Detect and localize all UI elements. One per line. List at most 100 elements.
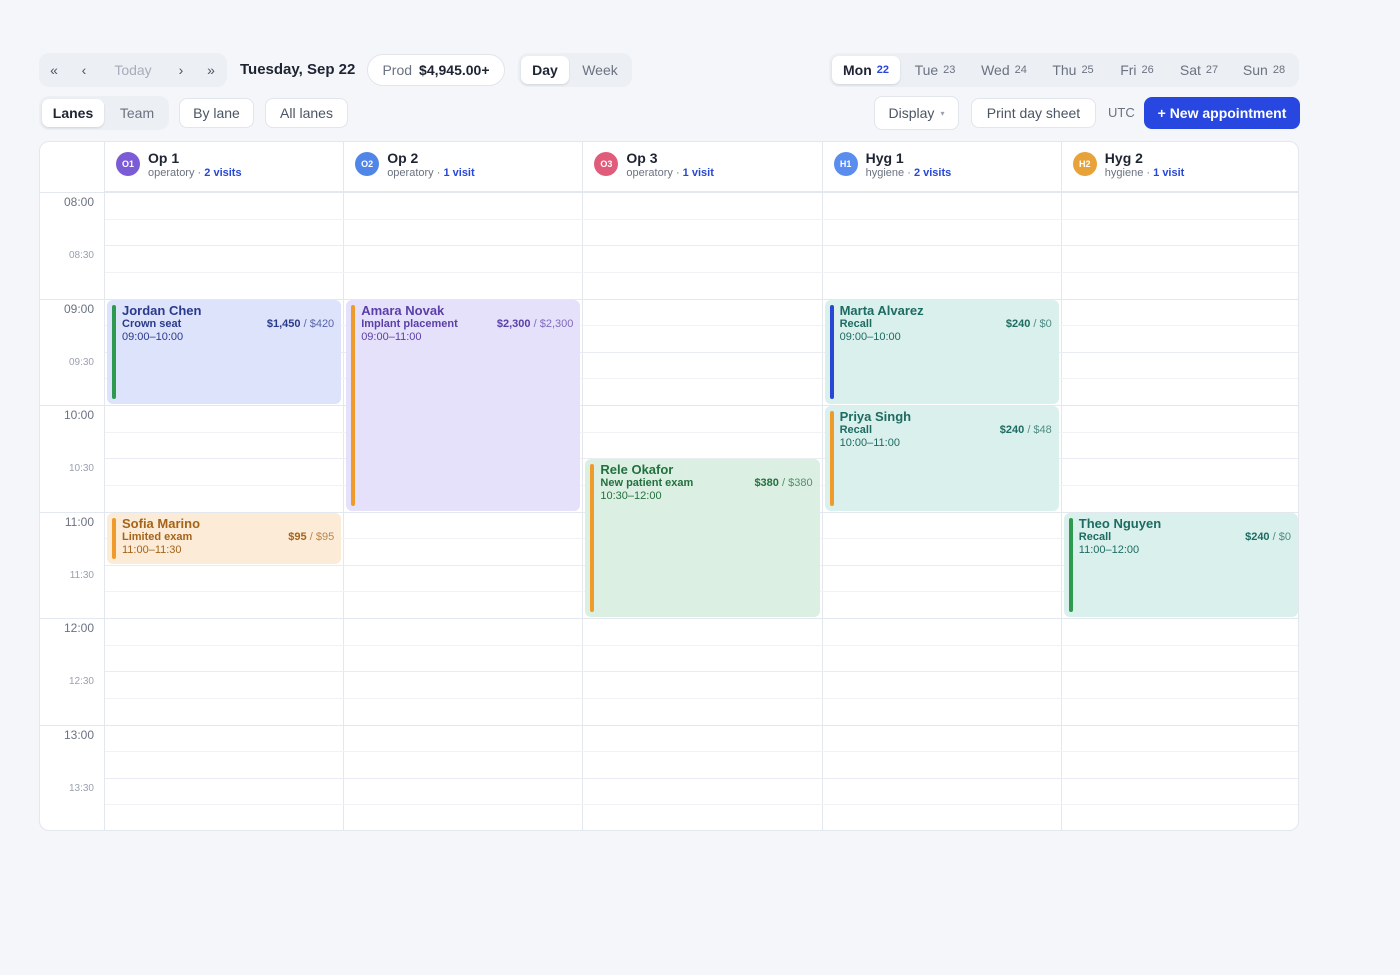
appointment-amount: $240 / $0	[1006, 318, 1052, 330]
lane-header[interactable]: H2 Hyg 2 hygiene · 1 visit	[1060, 142, 1298, 192]
half-hour-label: 09:30	[68, 356, 94, 368]
nav-prev-button[interactable]: ‹	[73, 56, 95, 84]
lane-sep: ·	[675, 167, 680, 179]
lane-header[interactable]: O1 Op 1 operatory · 2 visits	[104, 142, 344, 192]
appointment-amount: $95 / $95	[288, 531, 334, 543]
appointment-card[interactable]: Jordan Chen Crown seat 09:00–10:00 $1,450 /…	[107, 299, 342, 404]
weekday-wed[interactable]: Wed 24	[970, 56, 1038, 84]
view-week-button[interactable]: Week	[573, 56, 627, 84]
grid-line	[104, 271, 1298, 273]
view-toggle: Day Week	[518, 53, 632, 87]
half-hour-label: 13:30	[68, 782, 94, 794]
grid-line	[104, 777, 1298, 779]
lane-subtitle: operatory · 1 visit	[387, 167, 474, 179]
procedure-name: Crown seat	[122, 317, 182, 330]
appointment-amount: $1,450 / $420	[267, 318, 334, 330]
lane-visits-link[interactable]: 1 visit	[443, 167, 474, 179]
weekday-sun[interactable]: Sun 28	[1232, 56, 1296, 84]
paid-amount: / $380	[781, 477, 813, 490]
lane-sep: ·	[436, 167, 441, 179]
weekday-fri[interactable]: Fri 26	[1108, 56, 1166, 84]
appointment-amount: $240 / $0	[1245, 531, 1291, 543]
nav-first-button[interactable]: «	[43, 56, 65, 84]
hour-label: 09:00	[63, 301, 94, 316]
grid-line	[104, 697, 1298, 699]
lane-visits-link[interactable]: 2 visits	[204, 167, 241, 179]
nav-next-button[interactable]: ›	[170, 56, 192, 84]
appointment-time: 10:00–11:00	[839, 437, 900, 449]
fee-amount: $2,300	[496, 317, 531, 330]
fee-amount: $95	[288, 530, 307, 543]
appointment-card[interactable]: Priya Singh Recall 10:00–11:00 $240 / $48	[824, 406, 1059, 511]
hour-label: 12:00	[63, 621, 94, 635]
appointment-card[interactable]: Sofia Marino Limited exam 11:00–11:30 $95 /…	[107, 512, 342, 564]
lane-badge: O1	[116, 152, 140, 176]
procedure-name: Recall	[839, 317, 873, 330]
paid-amount: / $95	[309, 530, 335, 543]
lane-badge: O3	[594, 152, 619, 176]
grid-line	[104, 671, 1298, 673]
weekday-thu[interactable]: Thu 25	[1042, 56, 1104, 84]
status-bar	[829, 411, 834, 506]
fee-amount: $240	[999, 424, 1025, 436]
lane-visits-link[interactable]: 1 visit	[683, 167, 714, 179]
lane-sep: ·	[907, 167, 911, 179]
lane-badge: O2	[355, 152, 380, 176]
appointment-card[interactable]: Marta Alvarez Recall 09:00–10:00 $240 / $0	[824, 299, 1059, 404]
lane-name: Hyg 1	[865, 150, 904, 166]
fee-amount: $1,450	[266, 317, 301, 330]
fee-amount: $240	[1005, 317, 1031, 330]
lane-header[interactable]: H1 Hyg 1 hygiene · 2 visits	[821, 142, 1061, 192]
mode-team-button[interactable]: Team	[108, 99, 166, 127]
grid-line	[40, 724, 1298, 726]
appointment-time: 09:00–10:00	[122, 330, 184, 343]
by-lane-button[interactable]: By lane	[179, 98, 254, 128]
half-hour-label: 11:30	[69, 569, 94, 581]
today-button[interactable]: Today	[103, 56, 163, 84]
lane-name: Op 2	[387, 150, 419, 166]
display-label: Display	[888, 105, 935, 121]
status-bar	[112, 304, 116, 399]
weekday-sat[interactable]: Sat 27	[1170, 56, 1228, 84]
production-summary: Prod $4,945.00+	[367, 54, 505, 86]
grid-line	[40, 618, 1298, 619]
lane-sep: ·	[1146, 167, 1151, 179]
grid-line	[104, 804, 1298, 806]
grid-line	[40, 405, 1298, 406]
weekday-mon[interactable]: Mon 22	[832, 56, 900, 84]
paid-amount: / $0	[1033, 317, 1052, 330]
half-hour-label: 12:30	[68, 676, 94, 688]
display-dropdown[interactable]: Display ▾	[874, 96, 959, 130]
lane-visits-link[interactable]: 1 visit	[1153, 167, 1184, 179]
view-day-button[interactable]: Day	[521, 56, 569, 84]
lane-header[interactable]: O2 Op 2 operatory · 1 visit	[343, 142, 583, 192]
lane-sep: ·	[197, 167, 202, 179]
grid-line	[104, 218, 1298, 220]
appointment-time: 09:00–10:00	[839, 330, 901, 343]
appointment-card[interactable]: Theo Nguyen Recall 11:00–12:00 $240 / $0	[1063, 512, 1298, 617]
paid-amount: / $420	[303, 317, 335, 330]
patient-name: Theo Nguyen	[1078, 515, 1162, 531]
mode-lanes-button[interactable]: Lanes	[42, 99, 104, 127]
appointment-time: 09:00–11:00	[361, 330, 422, 343]
appointment-card[interactable]: Rele Okafor New patient exam 10:30–12:00 $3…	[585, 459, 820, 617]
status-bar	[112, 517, 116, 559]
appointment-card[interactable]: Amara Novak Implant placement 09:00–11:00 $…	[346, 299, 581, 511]
grid-line	[104, 431, 1298, 433]
lane-header[interactable]: O3 Op 3 operatory · 1 visit	[582, 142, 822, 192]
print-day-sheet-button[interactable]: Print day sheet	[971, 98, 1096, 128]
new-appointment-button[interactable]: + New appointment	[1144, 97, 1300, 129]
appointment-amount: $2,300 / $2,300	[497, 318, 573, 330]
hour-label: 08:00	[63, 195, 94, 209]
weekday-tue[interactable]: Tue 23	[904, 56, 966, 84]
lane-type: operatory	[626, 167, 673, 179]
grid-line	[40, 192, 1298, 193]
all-lanes-button[interactable]: All lanes	[265, 98, 348, 128]
half-hour-label: 10:30	[68, 463, 94, 475]
status-bar	[829, 304, 834, 399]
current-date: Tuesday, Sep 22	[240, 61, 356, 78]
lane-visits-link[interactable]: 2 visits	[914, 167, 951, 179]
lane-type: hygiene	[1104, 167, 1144, 179]
patient-name: Jordan Chen	[122, 302, 202, 318]
nav-last-button[interactable]: »	[200, 56, 222, 84]
